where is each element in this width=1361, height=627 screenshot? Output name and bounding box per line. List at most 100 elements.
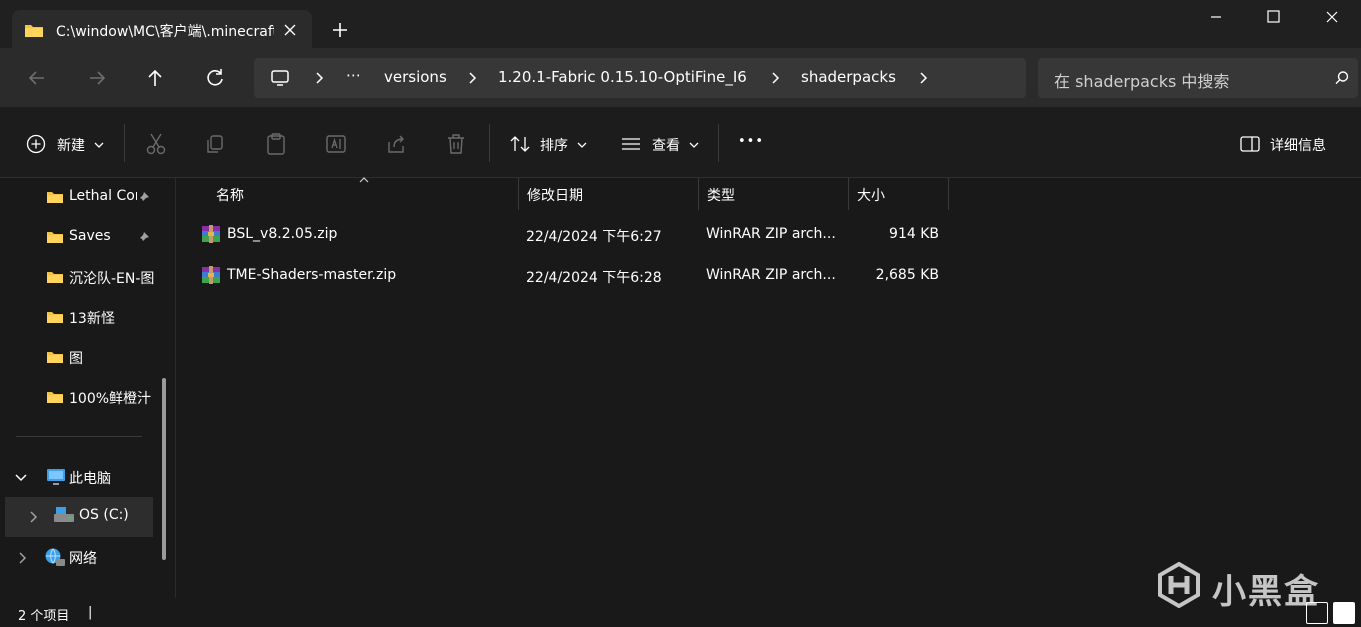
pin-icon[interactable] [136,191,150,205]
folder-icon [47,392,63,403]
delete-icon[interactable] [445,130,467,158]
sidebar-item-folder-3[interactable]: 沉沦队-EN-图 [0,258,160,298]
column-header-type[interactable]: 类型 [699,178,849,210]
sidebar-item-label: 图 [69,351,83,367]
item-count: 2 个项目 [18,609,70,624]
chevron-down-icon [94,142,104,148]
breadcrumb-item-shaderpacks[interactable]: shaderpacks [801,68,896,86]
new-button[interactable]: 新建 [26,130,110,158]
forward-icon[interactable] [82,64,112,92]
search-box[interactable]: 在 shaderpacks 中搜索 [1038,58,1358,98]
xiaoheihe-watermark: 小黑盒 [1156,560,1326,612]
view-label: 查看 [652,138,680,154]
navigation-pane: Lethal Company Saves 沉沦队-EN-图 13新怪 图 100… [0,178,176,598]
column-header-label: 大小 [857,188,885,204]
sidebar-item-folder-6[interactable]: 100%鲜橙汁 [0,378,160,418]
up-icon[interactable] [140,64,170,92]
maximize-button[interactable] [1245,0,1303,34]
xiaoheihe-logo-icon [1158,562,1200,608]
command-bar: 新建 排序 查看 ••• 详细信息 [0,108,1361,178]
sidebar-item-this-pc[interactable]: 此电脑 [0,458,160,498]
file-size: 2,685 KB [875,267,939,283]
sidebar-item-lethal-company[interactable]: Lethal Company [0,178,160,218]
column-header-name[interactable]: 名称 [208,177,519,210]
cut-icon[interactable] [145,130,167,158]
tiles-view-toggle[interactable] [1333,602,1355,624]
file-row[interactable]: TME-Shaders-master.zip 22/4/2024 下午6:28 … [193,257,973,295]
close-window-button[interactable] [1303,0,1361,34]
toolbar-divider [124,124,125,162]
breadcrumb-item-versions[interactable]: versions [384,68,447,86]
column-header-label: 类型 [707,188,735,204]
chevron-right-icon[interactable] [768,70,782,86]
toolbar-divider [489,124,490,162]
file-row[interactable]: BSL_v8.2.05.zip 22/4/2024 下午6:27 WinRAR … [193,216,973,254]
chevron-down-icon[interactable] [14,472,28,484]
sidebar-item-network[interactable]: 网络 [0,538,160,578]
sidebar-item-label: 此电脑 [69,471,111,487]
file-name: TME-Shaders-master.zip [227,267,397,283]
details-pane-icon [1240,136,1260,152]
sidebar-item-label: 网络 [69,551,97,567]
computer-icon [47,469,65,485]
sidebar-item-label: 13新怪 [69,311,115,327]
tab-current-folder[interactable]: C:\window\MC\客户端\.minecraft\versions\1.2… [12,10,312,50]
search-input[interactable]: 在 shaderpacks 中搜索 [1054,68,1229,92]
sort-label: 排序 [540,138,568,154]
copy-icon[interactable] [205,130,227,158]
chevron-right-icon[interactable] [27,510,39,524]
refresh-icon[interactable] [200,64,230,92]
this-pc-icon [271,70,289,86]
file-list: 名称 修改日期 类型 大小 BSL_v8.2.05.zip 22/4/2024 … [177,177,1361,598]
column-header-label: 修改日期 [527,188,583,204]
folder-icon [47,192,63,203]
sidebar-item-folder-5[interactable]: 图 [0,338,160,378]
sort-icon [510,136,530,152]
rename-icon[interactable] [325,130,347,158]
sidebar-item-label: 沉沦队-EN-图 [69,271,155,287]
tab-title: C:\window\MC\客户端\.minecraft\versions\1.2… [56,24,274,40]
plus-circle-icon [26,134,46,154]
file-type: WinRAR ZIP arch... [706,267,836,283]
title-bar: C:\window\MC\客户端\.minecraft\versions\1.2… [0,0,1361,50]
network-icon [45,548,65,566]
chevron-right-icon[interactable] [312,70,326,86]
back-icon[interactable] [22,64,52,92]
close-tab-icon[interactable] [278,18,302,42]
pin-icon[interactable] [136,231,150,245]
minimize-button[interactable] [1187,0,1245,34]
view-button[interactable]: 查看 [621,130,701,158]
sidebar-item-os-drive[interactable]: OS (C:) [5,497,153,537]
share-icon[interactable] [385,130,407,158]
new-tab-icon[interactable] [328,18,352,42]
column-header-label: 名称 [216,188,244,204]
sidebar-item-folder-4[interactable]: 13新怪 [0,298,160,338]
folder-icon [25,25,43,37]
sidebar-divider [16,436,142,437]
paste-icon[interactable] [265,130,287,158]
address-bar[interactable]: ⋯ versions 1.20.1-Fabric 0.15.10-OptiFin… [254,58,1026,98]
chevron-right-icon[interactable] [16,551,28,565]
watermark-text: 小黑盒 [1212,572,1320,612]
column-header-size[interactable]: 大小 [849,178,949,210]
view-list-icon [622,138,640,150]
sidebar-item-saves[interactable]: Saves [0,218,160,258]
details-pane-button[interactable]: 详细信息 [1240,130,1340,158]
sort-ascending-icon [359,177,369,183]
sidebar-scrollbar[interactable] [162,378,166,560]
chevron-right-icon[interactable] [465,70,479,86]
breadcrumb-item-version-folder[interactable]: 1.20.1-Fabric 0.15.10-OptiFine_I6 [498,68,747,86]
toolbar-divider [718,124,719,162]
file-type: WinRAR ZIP arch... [706,226,836,242]
winrar-zip-icon [202,266,220,284]
breadcrumb-overflow[interactable]: ⋯ [346,66,361,84]
sidebar-item-label: OS (C:) [79,507,129,523]
more-options-button[interactable]: ••• [738,134,764,162]
search-icon [1335,71,1349,85]
folder-icon [47,312,63,323]
chevron-right-icon[interactable] [916,70,930,86]
column-header-date[interactable]: 修改日期 [519,178,699,210]
file-date: 22/4/2024 下午6:27 [526,229,662,245]
sort-button[interactable]: 排序 [509,130,589,158]
winrar-zip-icon [202,225,220,243]
